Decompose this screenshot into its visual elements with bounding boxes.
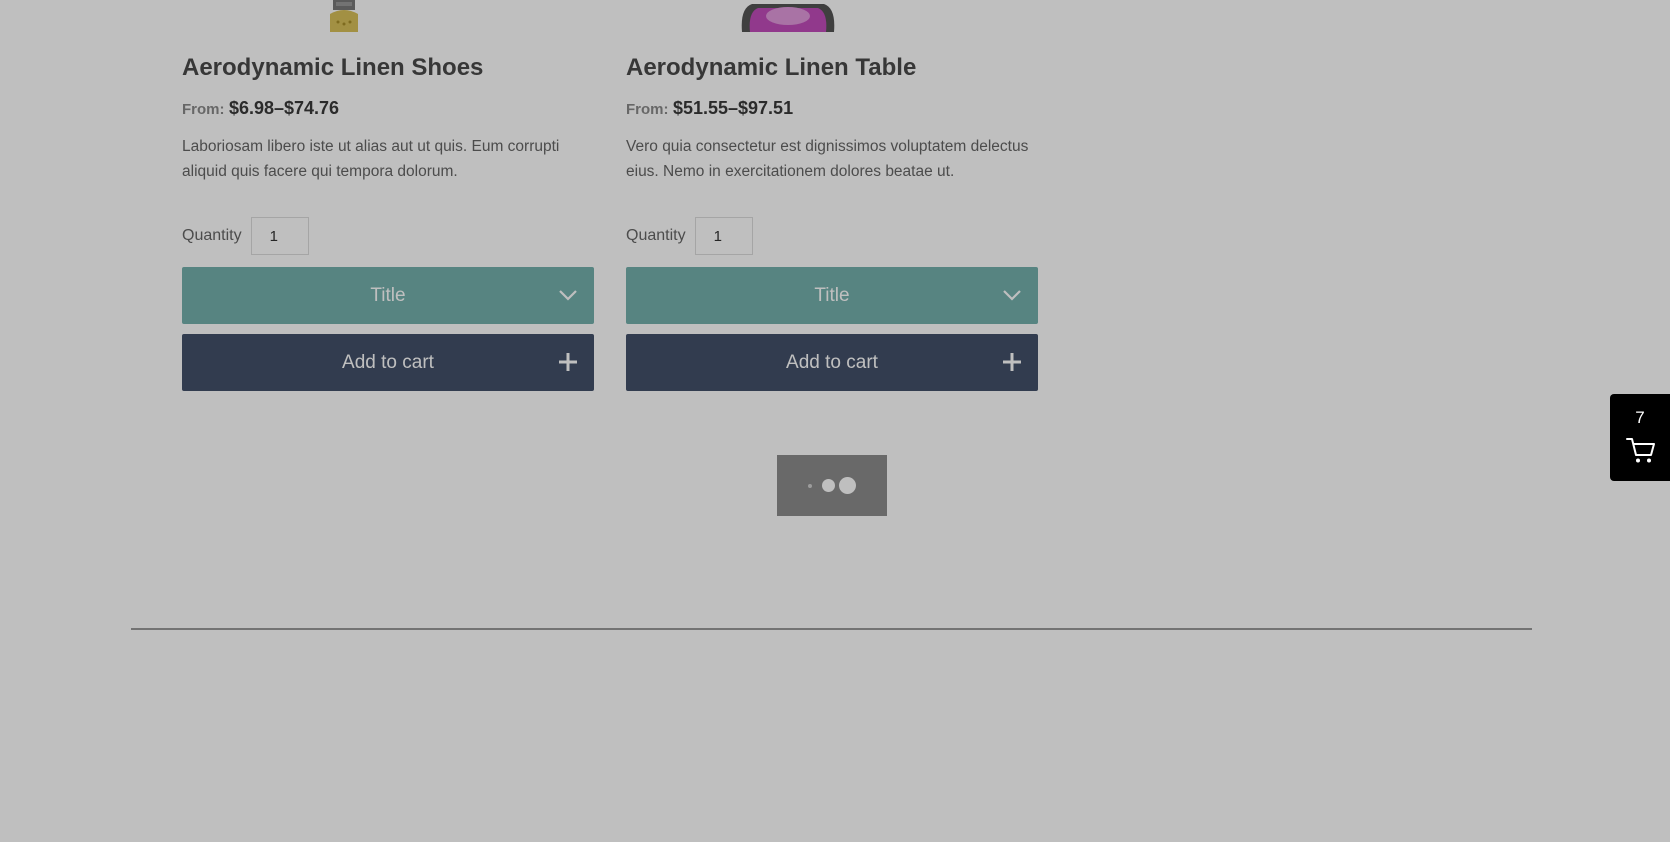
product-image[interactable]	[736, 0, 840, 32]
add-to-cart-label: Add to cart	[786, 351, 878, 373]
price-prefix: From:	[626, 101, 669, 118]
variant-select-label: Title	[814, 284, 850, 306]
product-price: From: $6.98–$74.76	[182, 98, 339, 119]
product-title[interactable]: Aerodynamic Linen Shoes	[182, 54, 483, 82]
product-collection-page: Aerodynamic Linen Shoes From: $6.98–$74.…	[0, 0, 1670, 842]
product-description: Laboriosam libero iste ut alias aut ut q…	[182, 138, 560, 180]
product-description: Vero quia consectetur est dignissimos vo…	[626, 138, 1029, 180]
plus-icon	[559, 353, 577, 371]
cart-icon	[1626, 438, 1655, 463]
load-more-button[interactable]	[777, 455, 887, 516]
cart-toggle-button[interactable]: 7	[1610, 394, 1670, 481]
quantity-input[interactable]	[250, 217, 309, 255]
quantity-input[interactable]	[694, 217, 753, 255]
loading-dot	[839, 477, 856, 494]
add-to-cart-label: Add to cart	[342, 351, 434, 373]
chevron-down-icon	[559, 290, 577, 301]
quantity-row: Quantity	[182, 216, 309, 256]
product-price: From: $51.55–$97.51	[626, 98, 793, 119]
cart-count: 7	[1635, 408, 1645, 427]
variant-select[interactable]: Title	[182, 267, 594, 324]
variant-select[interactable]: Title	[626, 267, 1038, 324]
plus-icon	[1003, 353, 1021, 371]
loading-dot	[822, 479, 835, 492]
add-to-cart-button[interactable]: Add to cart	[626, 334, 1038, 391]
quantity-label: Quantity	[182, 227, 242, 244]
footer-divider	[131, 628, 1532, 630]
chevron-down-icon	[1003, 290, 1021, 301]
loading-dots-icon	[808, 483, 812, 488]
price-prefix: From:	[182, 101, 225, 118]
quantity-row: Quantity	[626, 216, 753, 256]
price-range: $51.55–$97.51	[672, 98, 794, 118]
price-range: $6.98–$74.76	[228, 98, 340, 118]
quantity-label: Quantity	[626, 227, 686, 244]
product-title[interactable]: Aerodynamic Linen Table	[626, 54, 916, 82]
product-image[interactable]	[324, 0, 364, 32]
add-to-cart-button[interactable]: Add to cart	[182, 334, 594, 391]
variant-select-label: Title	[370, 284, 406, 306]
